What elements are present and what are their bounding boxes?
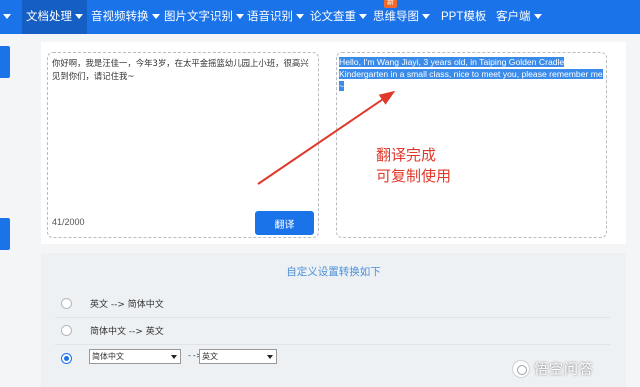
from-language-select[interactable]: 简体中文	[89, 349, 181, 364]
watermark: 悟空问答	[512, 358, 594, 380]
annotation-note: 翻译完成 可复制使用	[376, 145, 451, 187]
annotation-line-1: 翻译完成	[376, 146, 437, 164]
annotation-line-2: 可复制使用	[376, 167, 452, 185]
option-zh-to-en[interactable]: 简体中文 --> 英文	[55, 319, 610, 345]
radio-button-checked[interactable]	[61, 353, 72, 364]
watermark-text: 悟空问答	[534, 362, 594, 378]
radio-button[interactable]	[61, 298, 72, 309]
option-en-to-zh[interactable]: 英文 --> 简体中文	[55, 292, 610, 318]
dropdown-arrow-icon	[171, 355, 177, 359]
select-value: 英文	[202, 352, 218, 361]
dropdown-arrow-icon	[267, 355, 273, 359]
option-label: 英文 --> 简体中文	[90, 300, 164, 310]
to-language-select[interactable]: 英文	[199, 349, 277, 364]
option-label: 简体中文 --> 英文	[90, 327, 164, 337]
select-value: 简体中文	[92, 352, 124, 361]
watermark-logo-icon	[512, 360, 530, 378]
radio-button[interactable]	[61, 325, 72, 336]
settings-title: 自定义设置转换如下	[286, 266, 381, 278]
